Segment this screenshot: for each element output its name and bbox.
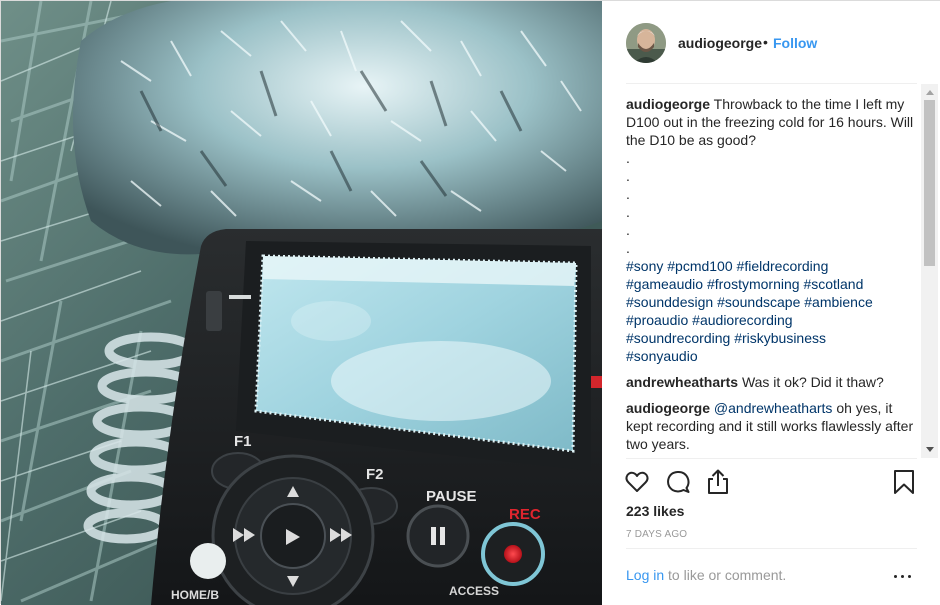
hashtag-line: #sounddesign #soundscape #ambience	[626, 293, 918, 311]
home-label: HOME/B	[171, 588, 219, 602]
pause-label: PAUSE	[426, 488, 477, 505]
more-options-icon[interactable]	[893, 567, 913, 583]
scroll-down-arrow-icon[interactable]	[926, 447, 934, 452]
hashtag-line: #sony #pcmd100 #fieldrecording	[626, 257, 918, 275]
comment-icon[interactable]	[665, 469, 691, 495]
comment-username[interactable]: audiogeorge	[626, 400, 710, 416]
avatar[interactable]	[626, 23, 666, 63]
post-author-username[interactable]: audiogeorge	[678, 35, 762, 51]
heart-icon[interactable]	[624, 469, 650, 495]
bookmark-icon[interactable]	[891, 469, 917, 495]
hashtag-line: #soundrecording #riskybusiness	[626, 329, 918, 347]
comments-scrollbar[interactable]	[921, 84, 938, 458]
hashtag-link[interactable]: #soundscape	[717, 294, 800, 310]
comment-text: Was it ok? Did it thaw?	[741, 374, 884, 390]
scrollbar-thumb[interactable]	[924, 100, 935, 266]
hashtag-link[interactable]: #fieldrecording	[737, 258, 829, 274]
recorder-photo-illustration: F1 F2 PAUSE REC ACCESS HOME/B	[1, 1, 602, 605]
f1-label: F1	[234, 433, 252, 450]
caption-username[interactable]: audiogeorge	[626, 96, 710, 112]
hashtag-link[interactable]: #pcmd100	[667, 258, 732, 274]
scroll-up-arrow-icon[interactable]	[926, 90, 934, 95]
hashtag-link[interactable]: #proaudio	[626, 312, 688, 328]
caption-dot: .	[626, 204, 630, 220]
likes-count[interactable]: 223 likes	[626, 503, 684, 519]
hashtag-link[interactable]: #frostymorning	[707, 276, 800, 292]
rec-label: REC	[509, 506, 541, 523]
hashtag-link[interactable]: #sonyaudio	[626, 348, 698, 364]
hashtag-line: #gameaudio #frostymorning #scotland	[626, 275, 918, 293]
comment-mention[interactable]: @andrewheatharts	[714, 400, 833, 416]
comment-item: audiogeorge @andrewheatharts oh yes, it …	[626, 399, 918, 453]
hashtag-link[interactable]: #sounddesign	[626, 294, 713, 310]
caption: audiogeorge Throwback to the time I left…	[626, 95, 918, 365]
comments-section[interactable]: audiogeorge Throwback to the time I left…	[602, 84, 940, 458]
hashtag-link[interactable]: #gameaudio	[626, 276, 703, 292]
caption-dot: .	[626, 186, 630, 202]
access-label: ACCESS	[449, 584, 499, 598]
login-prompt: Log in to like or comment.	[626, 567, 786, 583]
login-divider	[626, 548, 917, 549]
hashtag-link[interactable]: #sony	[626, 258, 663, 274]
post-actions	[602, 467, 940, 499]
login-link[interactable]: Log in	[626, 567, 664, 583]
comment-username[interactable]: andrewheatharts	[626, 374, 738, 390]
caption-dot: .	[626, 222, 630, 238]
avatar-image	[626, 23, 666, 63]
hashtag-link[interactable]: #audiorecording	[692, 312, 792, 328]
follow-button[interactable]: Follow	[773, 35, 817, 51]
hashtag-link[interactable]: #riskybusiness	[734, 330, 826, 346]
caption-dot: .	[626, 168, 630, 184]
post-timestamp[interactable]: 7 DAYS AGO	[626, 529, 687, 540]
post-side-panel: audiogeorge • Follow audiogeorge Throwba…	[602, 1, 940, 605]
f2-label: F2	[366, 466, 384, 483]
hashtag-link[interactable]: #soundrecording	[626, 330, 730, 346]
share-icon[interactable]	[705, 469, 731, 495]
comment-item: andrewheatharts Was it ok? Did it thaw?	[626, 373, 918, 391]
caption-dot: .	[626, 150, 630, 166]
hashtag-link[interactable]: #scotland	[803, 276, 863, 292]
hashtag-line: #sonyaudio	[626, 347, 918, 365]
comments-divider	[626, 458, 917, 459]
hashtag-link[interactable]: #ambience	[804, 294, 873, 310]
hashtag-line: #proaudio #audiorecording	[626, 311, 918, 329]
comments-list: audiogeorge Throwback to the time I left…	[626, 95, 918, 458]
post-photo[interactable]: F1 F2 PAUSE REC ACCESS HOME/B	[1, 1, 602, 605]
login-rest-text: to like or comment.	[664, 567, 787, 583]
header-separator: •	[763, 34, 768, 50]
instagram-post: F1 F2 PAUSE REC ACCESS HOME/B audiogeorg…	[0, 0, 940, 605]
caption-dot: .	[626, 240, 630, 256]
post-header: audiogeorge • Follow	[602, 1, 940, 83]
